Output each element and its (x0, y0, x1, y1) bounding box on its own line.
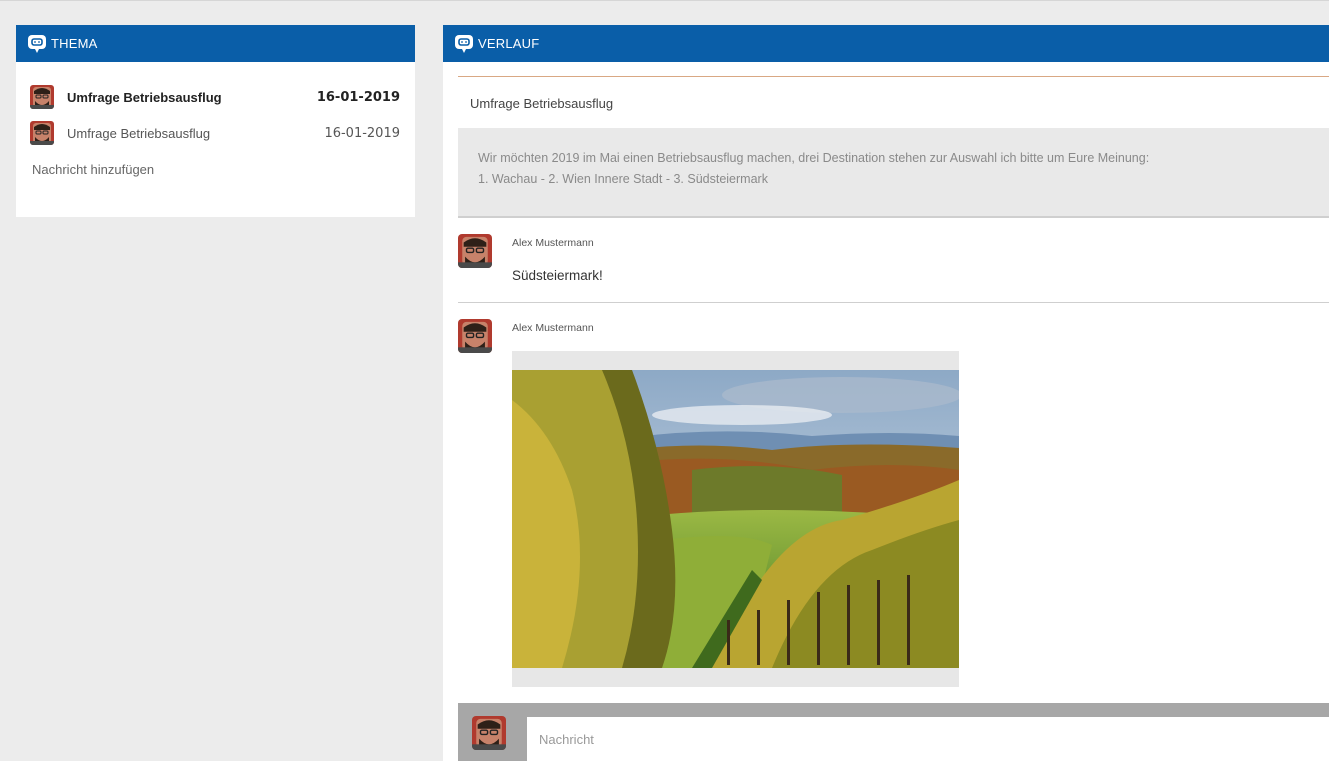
message-image[interactable] (512, 351, 959, 687)
verlauf-header-label: VERLAUF (478, 36, 540, 51)
top-divider (0, 0, 1329, 1)
avatar (472, 716, 506, 750)
speech-bubble-icon (454, 34, 474, 54)
speech-bubble-icon (27, 34, 47, 54)
thread-item[interactable]: Umfrage Betriebsausflug 16-01-2019 (16, 84, 415, 110)
topic-title: Umfrage Betriebsausflug (470, 96, 614, 111)
message-input[interactable] (527, 717, 1329, 761)
thema-header-label: THEMA (51, 36, 98, 51)
avatar (30, 121, 54, 145)
topic-description: Wir möchten 2019 im Mai einen Betriebsau… (458, 128, 1329, 218)
add-message-link[interactable]: Nachricht hinzufügen (32, 162, 154, 177)
thread-date: 16-01-2019 (324, 125, 400, 141)
thread-item[interactable]: Umfrage Betriebsausflug 16-01-2019 (16, 120, 415, 146)
avatar (458, 234, 492, 268)
message-author: Alex Mustermann (512, 322, 594, 334)
verlauf-panel-header: VERLAUF (443, 25, 1329, 62)
message-composer (458, 703, 1329, 761)
thread-title: Umfrage Betriebsausflug (67, 89, 222, 105)
message-author: Alex Mustermann (512, 237, 594, 249)
thread-date: 16-01-2019 (316, 89, 400, 105)
topic-description-line: 1. Wachau - 2. Wien Innere Stadt - 3. Sü… (478, 171, 768, 186)
vineyard-landscape-photo (512, 370, 959, 668)
message-item: Alex Mustermann Südsteiermark! (458, 234, 1329, 303)
verlauf-panel: Umfrage Betriebsausflug Wir möchten 2019… (443, 62, 1329, 761)
avatar (30, 85, 54, 109)
divider (458, 76, 1329, 77)
thema-panel-header: THEMA (16, 25, 415, 62)
message-text: Südsteiermark! (512, 268, 603, 283)
avatar (458, 319, 492, 353)
thread-title: Umfrage Betriebsausflug (67, 125, 211, 141)
thema-panel: Umfrage Betriebsausflug 16-01-2019 Umfra… (16, 62, 415, 217)
topic-description-line: Wir möchten 2019 im Mai einen Betriebsau… (478, 151, 1150, 165)
